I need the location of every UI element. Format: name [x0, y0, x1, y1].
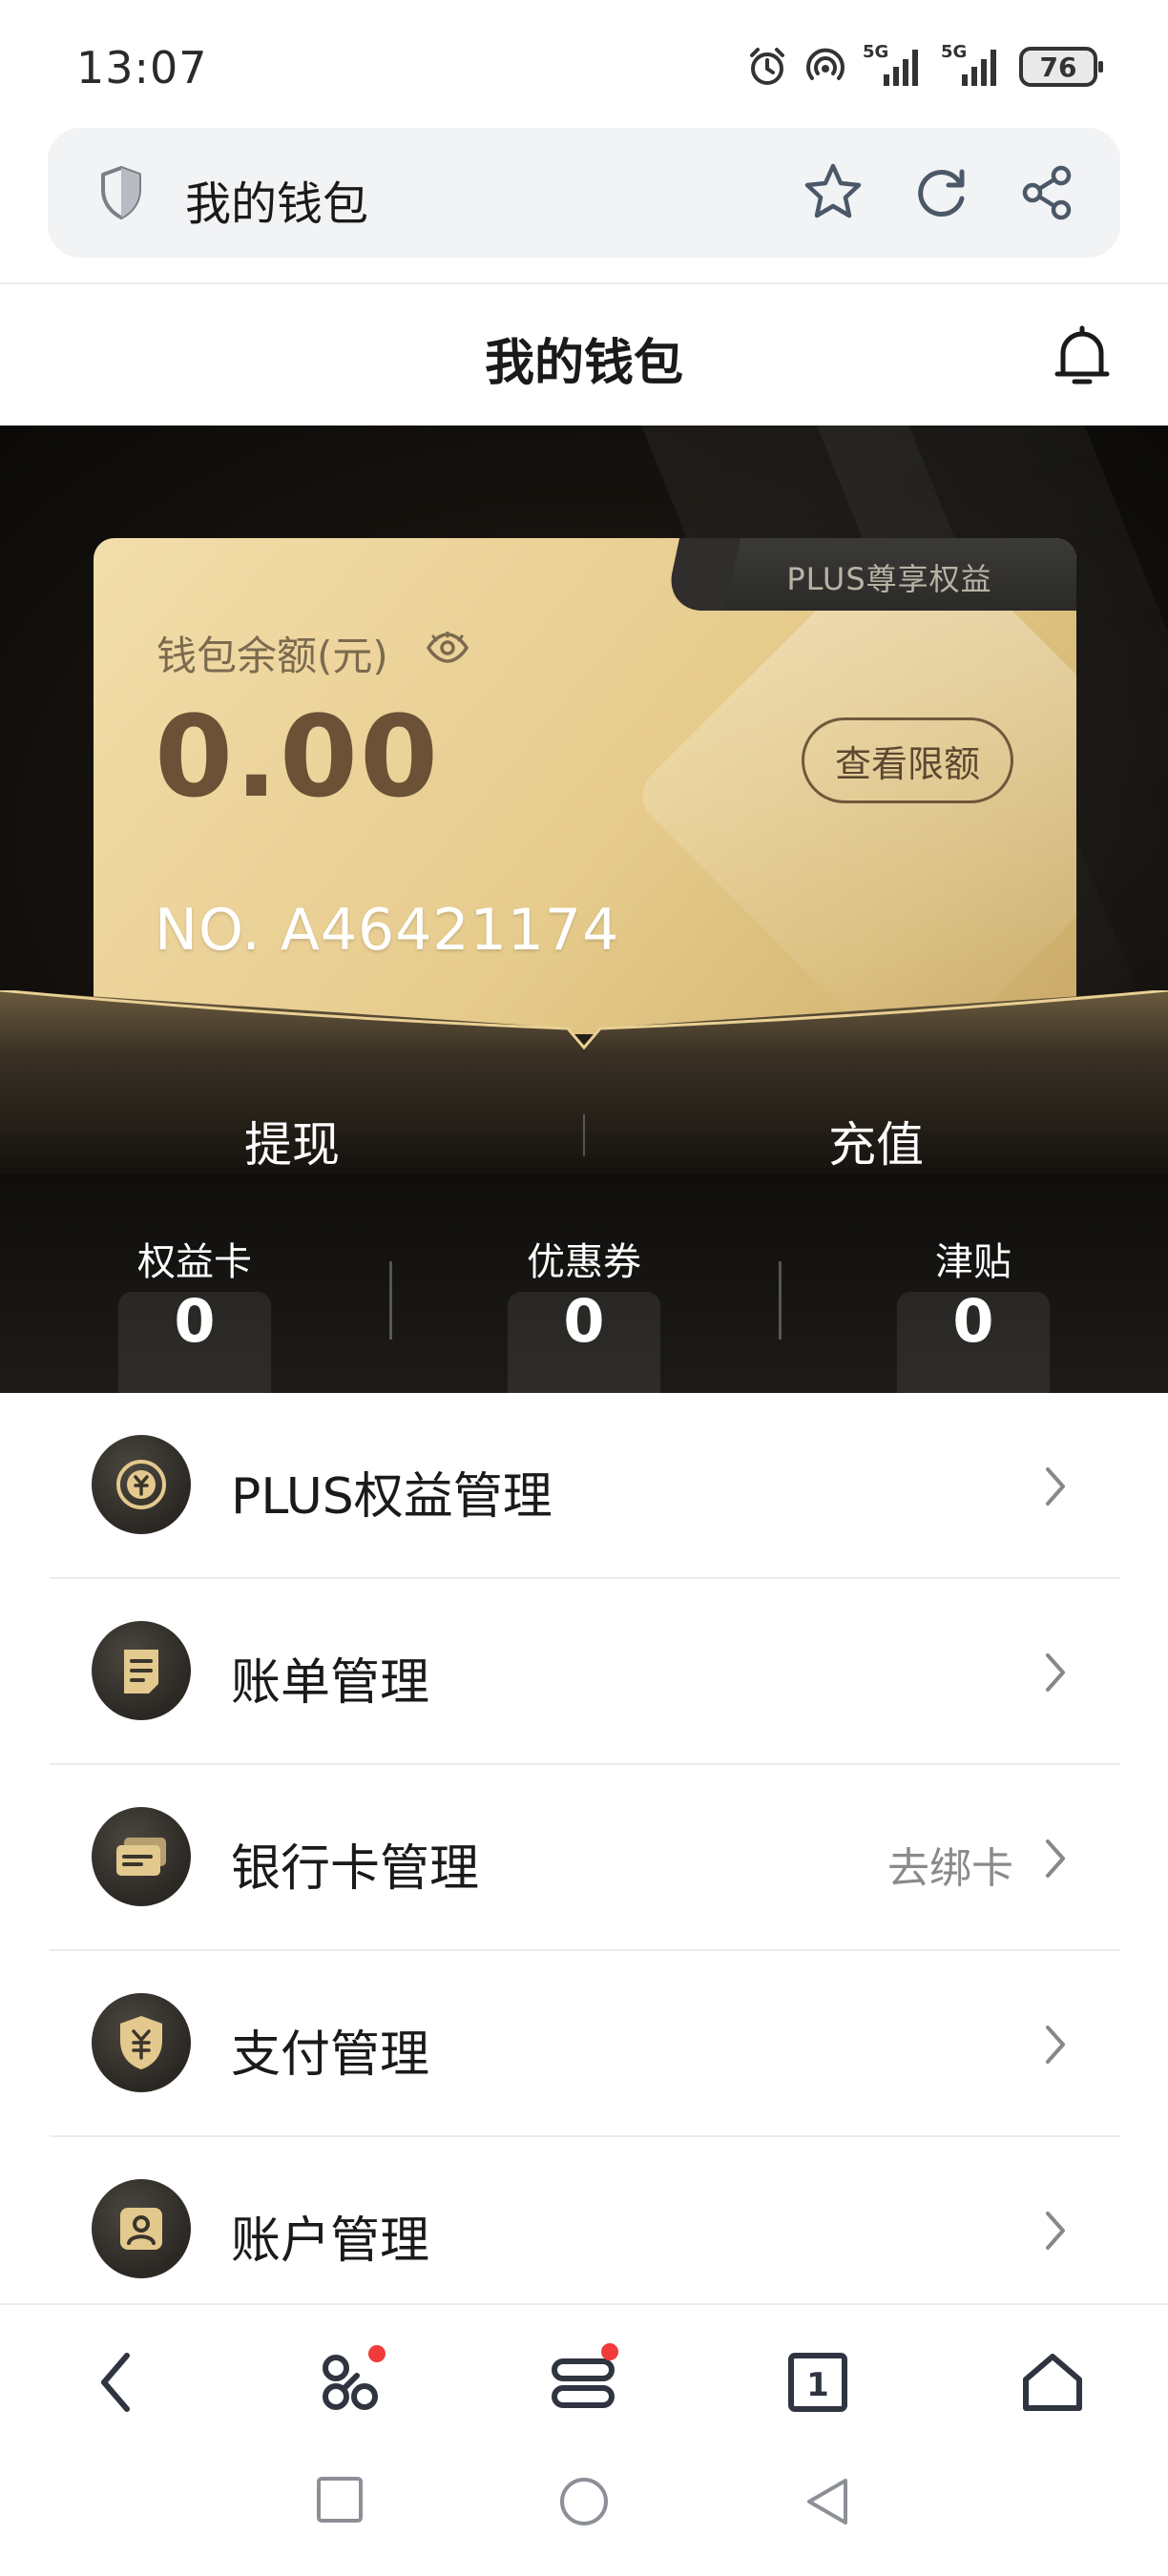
menu-icon[interactable] — [540, 2339, 626, 2425]
plus-tab-label: PLUS尊享权益 — [786, 561, 992, 597]
chevron-right-icon — [1042, 2208, 1069, 2257]
system-nav-bar — [0, 2446, 1168, 2576]
payment-icon — [92, 1993, 191, 2092]
bill-icon — [92, 1621, 191, 1720]
menu-item-bank-cards[interactable]: 银行卡管理 去绑卡 — [50, 1765, 1120, 1951]
chevron-right-icon — [1042, 1836, 1069, 1885]
status-time: 13:07 — [76, 42, 208, 93]
withdraw-button[interactable]: 提现 — [0, 1107, 584, 1174]
bank-card-icon — [92, 1807, 191, 1906]
back-icon[interactable] — [73, 2339, 158, 2425]
balance-label: 钱包余额(元) — [156, 633, 388, 679]
wallet-hero: PLUS尊享权益 钱包余额(元) 0.00 查看限额 NO. A46421174… — [0, 426, 1168, 1174]
card-number: NO. A46421174 — [155, 897, 620, 964]
hotspot-icon — [803, 46, 847, 88]
reload-icon[interactable] — [910, 162, 971, 227]
bell-icon[interactable] — [1050, 322, 1115, 393]
bind-card-link[interactable]: 去绑卡 — [887, 1834, 1013, 1895]
menu-item-payment[interactable]: 支付管理 — [50, 1951, 1120, 2137]
balance-value: 0.00 — [155, 691, 441, 822]
menu-item-label: PLUS权益管理 — [231, 1468, 553, 1526]
notification-badge — [601, 2343, 618, 2360]
star-icon[interactable] — [802, 160, 865, 227]
chevron-right-icon — [1042, 1464, 1069, 1513]
recharge-button[interactable]: 充值 — [584, 1107, 1168, 1174]
stat-label: 优惠券 — [527, 1240, 641, 1284]
stat-benefit-cards[interactable]: 权益卡 0 — [0, 1174, 389, 1393]
menu-item-label: 支付管理 — [231, 2026, 430, 2084]
view-limit-button[interactable]: 查看限额 — [802, 717, 1013, 803]
menu-item-label: 账单管理 — [231, 1654, 430, 1712]
share-icon[interactable] — [1017, 162, 1078, 227]
alarm-icon — [746, 46, 788, 88]
notification-badge — [368, 2345, 386, 2362]
stat-value: 0 — [174, 1286, 216, 1356]
tabs-icon[interactable]: 1 — [775, 2339, 861, 2425]
signal-icon-2: 5G — [941, 42, 1004, 88]
shield-icon[interactable] — [97, 164, 145, 225]
stat-coupons[interactable]: 优惠券 0 — [389, 1174, 779, 1393]
address-bar[interactable]: 我的钱包 — [48, 128, 1120, 258]
battery-icon: 76 — [1019, 47, 1103, 87]
menu-list: PLUS权益管理 账单管理 银行卡管理 去绑卡 支付管理 账户管理 — [0, 1393, 1168, 2303]
network-type-2: 5G — [941, 42, 968, 62]
address-title[interactable]: 我的钱包 — [185, 166, 368, 233]
stats-row: 权益卡 0 优惠券 0 津贴 0 — [0, 1174, 1168, 1393]
stat-label: 津贴 — [935, 1240, 1012, 1284]
recents-icon[interactable] — [315, 2475, 365, 2528]
account-icon — [92, 2179, 191, 2278]
page-header: 我的钱包 — [0, 284, 1168, 426]
network-type-1: 5G — [863, 42, 889, 62]
chevron-right-icon — [1042, 1650, 1069, 1699]
tab-count: 1 — [806, 2366, 829, 2404]
stat-value: 0 — [952, 1286, 994, 1356]
signal-icon: 5G — [863, 42, 926, 88]
actions-band: 提现 充值 — [0, 990, 1168, 1174]
home-circle-icon[interactable] — [557, 2475, 611, 2532]
stat-label: 权益卡 — [137, 1240, 252, 1284]
back-triangle-icon[interactable] — [802, 2475, 851, 2532]
plus-benefits-tab[interactable]: PLUS尊享权益 — [702, 538, 1076, 611]
menu-item-bills[interactable]: 账单管理 — [50, 1579, 1120, 1765]
menu-item-plus-benefits[interactable]: PLUS权益管理 — [50, 1393, 1120, 1579]
chevron-right-icon — [1042, 2022, 1069, 2071]
menu-item-account[interactable]: 账户管理 — [50, 2137, 1120, 2303]
status-bar: 13:07 5G 5G 76 — [0, 0, 1168, 122]
stat-allowance[interactable]: 津贴 0 — [779, 1174, 1168, 1393]
eye-icon[interactable] — [426, 630, 469, 668]
plus-benefits-icon — [92, 1435, 191, 1534]
menu-item-label: 银行卡管理 — [231, 1840, 480, 1898]
browser-bottom-nav: 1 — [0, 2303, 1168, 2446]
status-icons: 5G 5G 76 — [746, 42, 1103, 92]
menu-item-label: 账户管理 — [231, 2212, 430, 2270]
stat-value: 0 — [563, 1286, 605, 1356]
apps-icon[interactable] — [307, 2339, 393, 2425]
home-icon[interactable] — [1010, 2339, 1095, 2425]
page-title: 我的钱包 — [484, 335, 683, 392]
